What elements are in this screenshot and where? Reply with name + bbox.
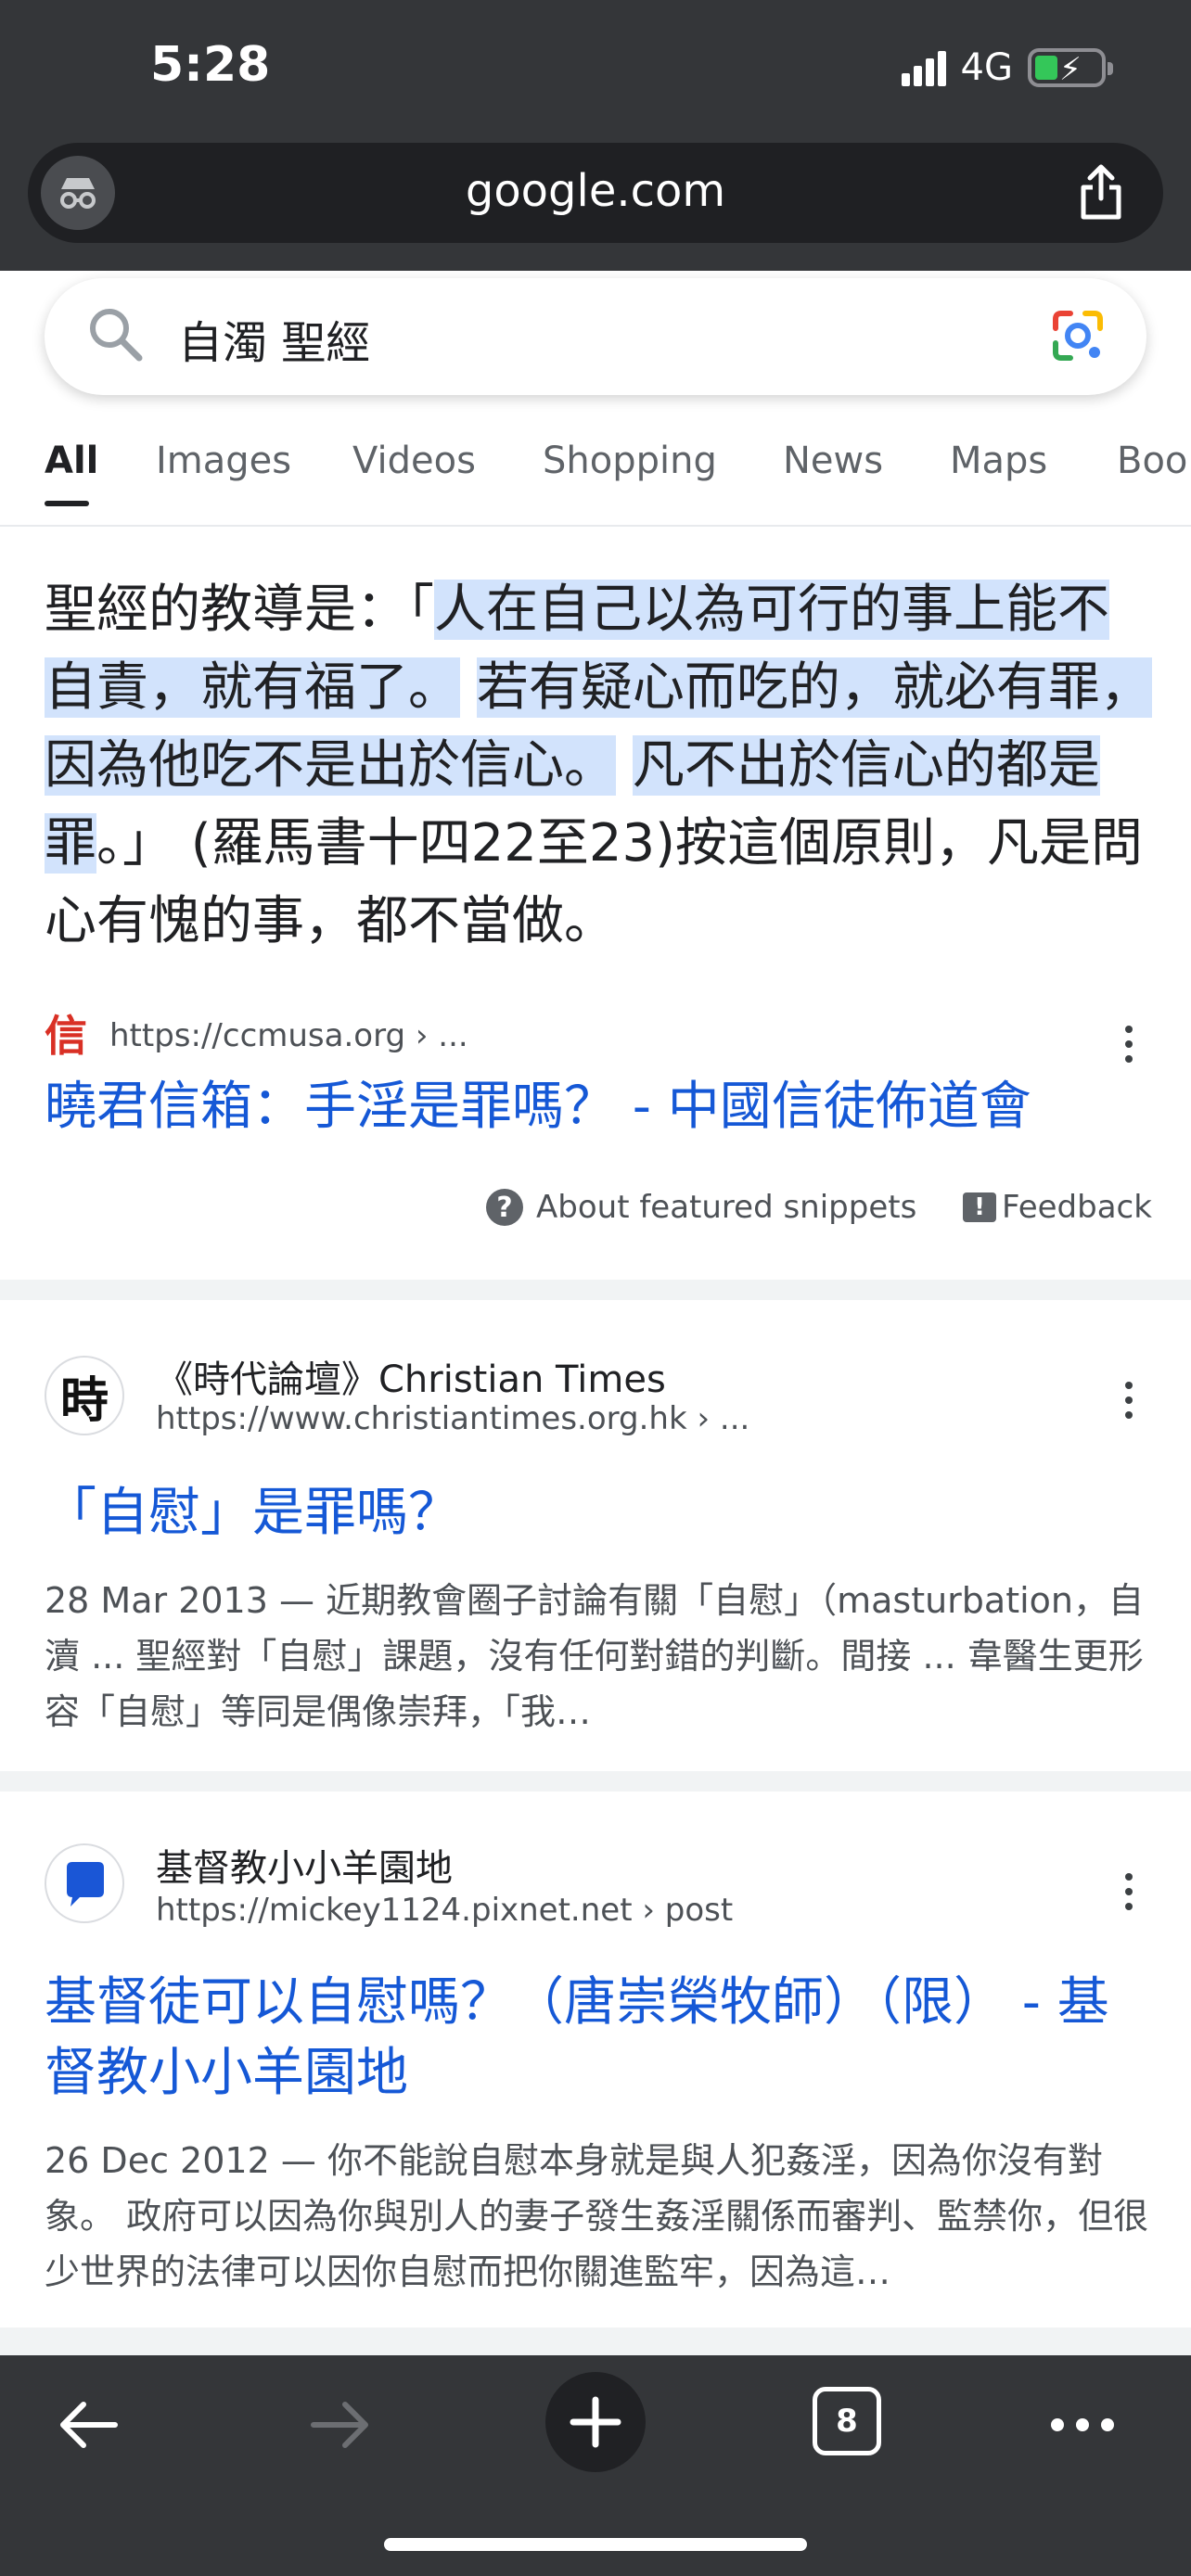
google-lens-icon[interactable] <box>1046 304 1109 371</box>
site-logo: 時 <box>45 1356 124 1435</box>
more-menu-icon[interactable] <box>1041 2383 1124 2467</box>
feedback-label: Feedback <box>1002 1189 1152 1226</box>
browser-top-bar: 5:28 4G ⚡ google.com <box>0 0 1191 271</box>
site-url[interactable]: https://mickey1124.pixnet.net › post <box>156 1892 733 1929</box>
tab-all[interactable]: All <box>45 440 98 482</box>
back-arrow-icon[interactable] <box>46 2383 130 2467</box>
site-favicon: 信 <box>45 1011 87 1061</box>
tab-videos[interactable]: Videos <box>352 440 476 482</box>
active-tab-indicator <box>45 501 89 506</box>
search-tabs: All Images Videos Shopping News Maps Boo <box>0 436 1191 525</box>
forward-arrow-icon[interactable] <box>299 2383 382 2467</box>
home-indicator <box>384 2538 807 2551</box>
snippet-suffix: 。」 (羅馬書十四22至23)按這個原則，凡是問心有愧的事，都不當做。 <box>45 813 1144 951</box>
tab-images[interactable]: Images <box>156 440 291 482</box>
site-logo <box>45 1843 124 1923</box>
result-date: 26 Dec 2012 <box>45 2140 270 2181</box>
source-url[interactable]: https://ccmusa.org › ... <box>109 1017 468 1054</box>
status-indicators: 4G ⚡ <box>901 46 1113 89</box>
new-tab-button[interactable] <box>545 2372 646 2472</box>
snippet-prefix: 聖經的教導是：「 <box>45 580 434 640</box>
result-title[interactable]: 基督徒可以自慰嗎？（唐崇榮牧師）（限） - 基督教小小羊園地 <box>45 1968 1154 2109</box>
address-bar[interactable]: google.com <box>28 143 1163 243</box>
plus-icon <box>570 2396 621 2448</box>
result-title[interactable]: 「自慰」是罪嗎？ <box>45 1478 460 1549</box>
featured-snippet-text: 聖經的教導是：「人在自己以為可行的事上能不自責，就有福了。 若有疑心而吃的，就必… <box>45 571 1158 961</box>
tab-shopping[interactable]: Shopping <box>543 440 717 482</box>
tab-maps[interactable]: Maps <box>950 440 1047 482</box>
share-icon[interactable] <box>1076 163 1126 224</box>
site-name[interactable]: 《時代論壇》Christian Times <box>156 1349 666 1403</box>
network-type: 4G <box>960 46 1013 89</box>
more-options-icon[interactable] <box>1120 1873 1138 1910</box>
cellular-signal-icon <box>901 49 946 86</box>
featured-result-title[interactable]: 曉君信箱：手淫是罪嗎？ - 中國信徒佈道會 <box>45 1072 1031 1142</box>
battery-charging-icon: ⚡ <box>1028 48 1113 88</box>
feedback-icon: ! <box>963 1192 996 1222</box>
site-name[interactable]: 基督教小小羊園地 <box>156 1838 453 1892</box>
more-options-icon[interactable] <box>1120 1382 1138 1419</box>
result-date: 28 Mar 2013 <box>45 1580 268 1621</box>
help-icon: ? <box>486 1189 523 1226</box>
search-bar[interactable]: 自濁 聖經 <box>45 278 1146 395</box>
tab-switcher-button[interactable]: 8 <box>813 2387 881 2455</box>
search-input[interactable]: 自濁 聖經 <box>178 306 370 371</box>
url-domain[interactable]: google.com <box>28 165 1163 217</box>
section-separator <box>0 1280 1191 1300</box>
status-time: 5:28 <box>150 37 271 93</box>
feedback-button[interactable]: ! Feedback <box>963 1189 1152 1226</box>
search-icon[interactable] <box>85 304 147 369</box>
section-separator <box>0 1771 1191 1792</box>
about-featured-snippets[interactable]: ? About featured snippets <box>486 1189 916 1226</box>
divider <box>0 525 1191 527</box>
result-snippet: 28 Mar 2013 — 近期教會圈子討論有關「自慰」（masturbatio… <box>45 1580 1144 1732</box>
section-separator <box>0 2327 1191 2355</box>
about-label: About featured snippets <box>536 1189 917 1226</box>
featured-source[interactable]: 信 https://ccmusa.org › ... <box>45 1013 468 1059</box>
more-options-icon[interactable] <box>1120 1026 1138 1063</box>
result-snippet: 26 Dec 2012 — 你不能說自慰本身就是與人犯姦淫，因為你沒有對象。 政… <box>45 2140 1149 2292</box>
site-url[interactable]: https://www.christiantimes.org.hk › ... <box>156 1400 749 1437</box>
chat-bubble-icon <box>67 1862 104 1906</box>
tab-books[interactable]: Boo <box>1117 440 1187 482</box>
tab-news[interactable]: News <box>783 440 883 482</box>
